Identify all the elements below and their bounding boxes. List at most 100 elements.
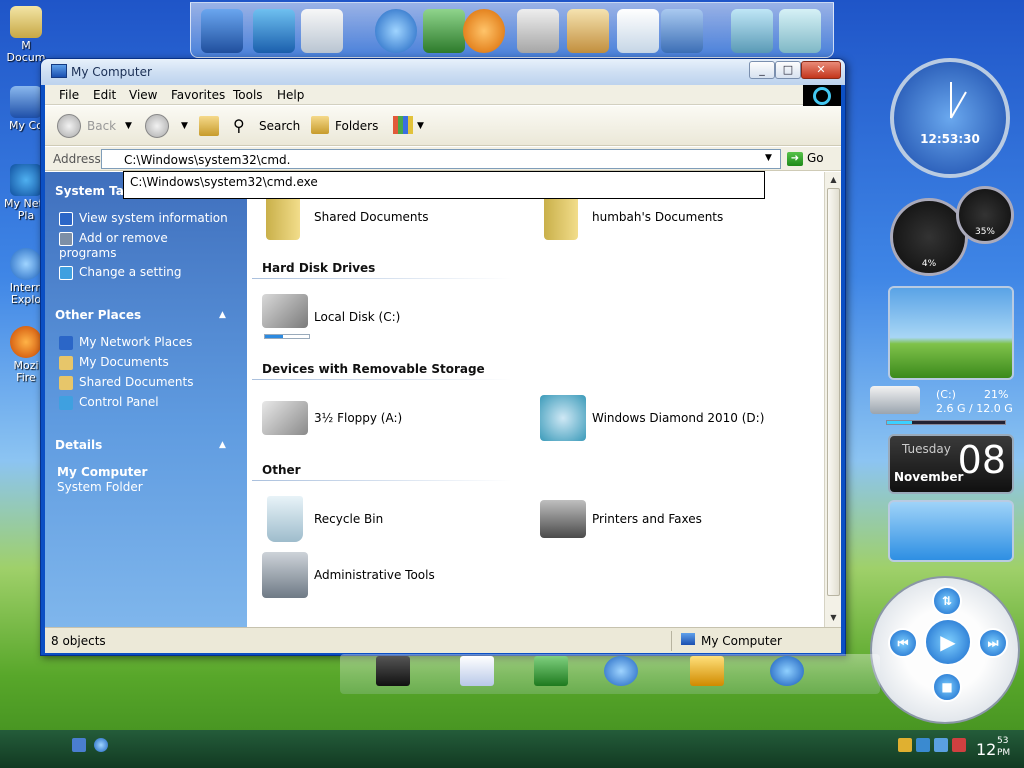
menu-favorites[interactable]: Favorites bbox=[171, 88, 225, 102]
forward-dropdown-icon[interactable]: ▼ bbox=[181, 114, 188, 138]
clock-hand bbox=[950, 91, 967, 119]
dock-notepad-icon[interactable] bbox=[617, 9, 659, 53]
stop-icon[interactable]: ■ bbox=[932, 672, 962, 702]
calendar-gadget[interactable]: Tuesday November 08 bbox=[888, 434, 1014, 494]
desktop-icon-my-documents[interactable]: M Docum bbox=[4, 6, 48, 64]
play-icon[interactable]: ▶ bbox=[924, 618, 972, 666]
dock-media-icon[interactable] bbox=[604, 656, 638, 686]
memory-meter-gadget[interactable]: 35% bbox=[956, 186, 1014, 244]
view-system-information-link[interactable]: View system information bbox=[59, 211, 228, 226]
printer-icon bbox=[540, 500, 586, 538]
details-name: My Computer bbox=[57, 465, 148, 479]
views-dropdown-icon[interactable]: ▼ bbox=[417, 114, 424, 138]
search-button[interactable]: Search bbox=[259, 114, 300, 138]
dock-media-player-icon[interactable] bbox=[463, 9, 505, 53]
dock-paint-icon[interactable] bbox=[567, 9, 609, 53]
tray-network-icon[interactable] bbox=[916, 738, 930, 752]
slideshow-gadget[interactable] bbox=[888, 286, 1014, 380]
other-places-header[interactable]: Other Places bbox=[55, 308, 141, 322]
floppy-drive-icon bbox=[262, 401, 308, 435]
tray-security-icon[interactable] bbox=[952, 738, 966, 752]
address-input[interactable] bbox=[101, 149, 781, 169]
drive-space: 2.6 G / 12.0 G bbox=[936, 402, 1013, 415]
dock-internet-explorer-icon[interactable] bbox=[375, 9, 417, 53]
folder-icon bbox=[59, 355, 73, 370]
dock-settings-icon[interactable] bbox=[661, 9, 703, 53]
empty-gadget[interactable] bbox=[888, 500, 1014, 562]
recycle-bin-icon bbox=[267, 496, 303, 542]
views-icon[interactable] bbox=[393, 116, 413, 134]
cpu-usage: 4% bbox=[921, 259, 937, 269]
back-dropdown-icon[interactable]: ▼ bbox=[125, 114, 132, 138]
content-pane: Shared Documents humbah's Documents Hard… bbox=[248, 172, 824, 627]
minimize-button[interactable]: _ bbox=[749, 61, 775, 79]
title-bar[interactable]: My Computer _ □ ✕ bbox=[41, 59, 845, 85]
scroll-up-icon[interactable]: ▲ bbox=[826, 172, 841, 187]
dock-hourglass-icon[interactable] bbox=[690, 656, 724, 686]
folder-icon bbox=[544, 194, 578, 240]
my-documents-link[interactable]: My Documents bbox=[59, 355, 169, 370]
menu-bar: File Edit View Favorites Tools Help bbox=[45, 85, 841, 107]
dock-game-icon[interactable] bbox=[534, 656, 568, 686]
address-autocomplete-suggestion[interactable]: C:\Windows\system32\cmd.exe bbox=[123, 171, 765, 199]
menu-edit[interactable]: Edit bbox=[93, 88, 116, 102]
vertical-scrollbar[interactable]: ▲ ▼ bbox=[824, 172, 841, 627]
dock-tools-icon[interactable] bbox=[731, 9, 773, 53]
folder-icon bbox=[10, 6, 42, 38]
details-header[interactable]: Details bbox=[55, 438, 102, 452]
menu-tools[interactable]: Tools bbox=[233, 88, 263, 102]
shuffle-icon[interactable]: ⇅ bbox=[932, 586, 962, 616]
show-desktop-icon[interactable] bbox=[72, 738, 86, 752]
dock-photo-icon[interactable] bbox=[423, 9, 465, 53]
back-arrow-icon[interactable] bbox=[57, 114, 81, 138]
folders-icon bbox=[311, 116, 329, 134]
menu-help[interactable]: Help bbox=[277, 88, 304, 102]
scroll-down-icon[interactable]: ▼ bbox=[826, 610, 841, 625]
my-computer-status-icon bbox=[681, 633, 695, 645]
system-tasks-header[interactable]: System Tas bbox=[55, 184, 131, 198]
previous-track-icon[interactable]: ⏮ bbox=[888, 628, 918, 658]
control-panel-link[interactable]: Control Panel bbox=[59, 395, 159, 410]
clock-gadget[interactable]: 12:53:30 bbox=[890, 58, 1010, 178]
dock-network-icon[interactable] bbox=[253, 9, 295, 53]
go-arrow-icon: ➜ bbox=[787, 151, 803, 166]
drive-meter-gadget[interactable]: (C:) 2.6 G / 12.0 G 21% bbox=[866, 382, 1016, 430]
folders-button[interactable]: Folders bbox=[335, 114, 378, 138]
change-setting-link[interactable]: Change a setting bbox=[59, 265, 182, 280]
collapse-chevron-icon[interactable]: ▲ bbox=[219, 310, 226, 320]
dock-recycle-icon[interactable] bbox=[779, 9, 821, 53]
taskbar-clock-hour[interactable]: 12 bbox=[976, 740, 996, 759]
close-button[interactable]: ✕ bbox=[801, 61, 841, 79]
quicklaunch-ie-icon[interactable] bbox=[94, 738, 108, 752]
tray-shield-icon[interactable] bbox=[898, 738, 912, 752]
other-heading: Other bbox=[262, 463, 301, 477]
group-divider bbox=[252, 379, 512, 380]
next-track-icon[interactable]: ⏭ bbox=[978, 628, 1008, 658]
network-places-link[interactable]: My Network Places bbox=[59, 335, 192, 350]
group-divider bbox=[252, 278, 512, 279]
scroll-thumb[interactable] bbox=[827, 188, 840, 596]
dock-computer-icon[interactable] bbox=[201, 9, 243, 53]
dock-globe-icon[interactable] bbox=[770, 656, 804, 686]
collapse-chevron-icon[interactable]: ▲ bbox=[219, 440, 226, 450]
task-pane: System Tas View system information Add o… bbox=[45, 172, 247, 627]
taskbar: 12 53 PM bbox=[0, 730, 1024, 768]
menu-file[interactable]: File bbox=[59, 88, 79, 102]
dock-word-icon[interactable] bbox=[460, 656, 494, 686]
address-label: Address bbox=[53, 152, 101, 166]
windows-orb-icon bbox=[813, 87, 831, 105]
forward-arrow-icon[interactable] bbox=[145, 114, 169, 138]
address-dropdown-icon[interactable]: ▼ bbox=[765, 153, 772, 163]
shared-documents-link[interactable]: Shared Documents bbox=[59, 375, 193, 390]
maximize-button[interactable]: □ bbox=[775, 61, 801, 79]
dock-documents-icon[interactable] bbox=[301, 9, 343, 53]
go-button[interactable]: ➜ Go bbox=[787, 151, 824, 166]
window-client: File Edit View Favorites Tools Help Back… bbox=[45, 85, 841, 653]
add-remove-programs-link[interactable]: Add or remove programs bbox=[59, 231, 168, 261]
tray-volume-icon[interactable] bbox=[934, 738, 948, 752]
menu-view[interactable]: View bbox=[129, 88, 157, 102]
dock-calculator-icon[interactable] bbox=[517, 9, 559, 53]
dock-monitor-icon[interactable] bbox=[376, 656, 410, 686]
up-folder-icon[interactable] bbox=[199, 116, 219, 136]
back-button[interactable]: Back bbox=[87, 114, 116, 138]
